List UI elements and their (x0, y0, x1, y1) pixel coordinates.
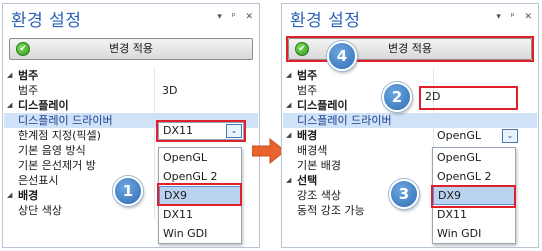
display-driver-combo[interactable]: OpenGL ⌄ (433, 128, 519, 146)
preferences-panel-after: 환경 설정 ▾ ᵖ ✕ ✔ 변경 적용 ◢ 범주 범주 ◢ 디스플레이 디스플레이 드라이… (281, 3, 539, 248)
close-icon[interactable]: ✕ (524, 12, 532, 22)
preferences-panel-before: 환경 설정 ▾ ᵖ ✕ ✔ 변경 적용 ◢ 범주 범주 3D ◢ 디스플레이 디스플레이 드… (2, 3, 260, 248)
dropdown-option[interactable]: Win GDI (159, 224, 241, 243)
highlight-box-combo (156, 120, 246, 142)
dropdown-option[interactable]: OpenGL (433, 148, 515, 167)
pin-icon[interactable]: ᵖ (232, 12, 236, 22)
dropdown-option[interactable]: Win GDI (433, 224, 515, 243)
property-label: 범주 (18, 84, 39, 97)
callout-1: 1 (113, 176, 143, 206)
window-controls: ▾ ᵖ ✕ (210, 12, 253, 22)
collapse-triangle-icon[interactable]: ◢ (286, 128, 291, 143)
panel-title: 환경 설정 (290, 11, 361, 31)
highlight-box-apply (286, 36, 534, 62)
collapse-triangle-icon[interactable]: ◢ (7, 68, 12, 83)
property-label: 기본 음영 방식 (18, 144, 86, 157)
window-controls: ▾ ᵖ ✕ (489, 12, 532, 22)
category-value[interactable]: 2D (425, 90, 440, 103)
collapse-triangle-icon[interactable]: ◢ (7, 98, 12, 113)
property-label: 범주 (297, 84, 318, 97)
property-label: 기본 은선제거 방 (18, 159, 96, 172)
property-label: 디스플레이 드라이버 (18, 114, 113, 127)
category-row[interactable]: ◢ 디스플레이 (4, 98, 258, 113)
property-label: 범주 (18, 69, 39, 82)
property-row[interactable]: 범주 3D (4, 83, 258, 98)
category-row[interactable]: ◢ 범주 (283, 68, 537, 83)
dropdown-icon[interactable]: ▾ (496, 12, 501, 22)
collapse-triangle-icon[interactable]: ◢ (286, 173, 291, 188)
callout-3: 3 (389, 179, 419, 209)
close-icon[interactable]: ✕ (245, 12, 253, 22)
property-label: 동적 강조 가능 (297, 204, 365, 217)
property-label: 범주 (297, 69, 318, 82)
display-driver-value: OpenGL (437, 129, 482, 142)
apply-changes-button[interactable]: ✔ 변경 적용 (9, 38, 253, 60)
highlight-box-option (157, 183, 242, 206)
chevron-down-icon[interactable]: ⌄ (502, 129, 518, 143)
property-label: 디스플레이 (297, 99, 348, 112)
property-label: 배경 (297, 129, 318, 142)
property-label: 선택 (297, 174, 318, 187)
property-label: 상단 색상 (18, 204, 62, 217)
callout-2: 2 (382, 82, 412, 112)
collapse-triangle-icon[interactable]: ◢ (7, 188, 12, 203)
apply-changes-label: 변경 적용 (109, 42, 153, 55)
collapse-triangle-icon[interactable]: ◢ (286, 68, 291, 83)
highlight-box-option (431, 185, 516, 208)
property-label: 디스플레이 드라이버 (297, 114, 392, 127)
pin-icon[interactable]: ᵖ (511, 12, 515, 22)
collapse-triangle-icon[interactable]: ◢ (286, 98, 291, 113)
property-label: 디스플레이 (18, 99, 69, 112)
category-row[interactable]: ◢ 범주 (4, 68, 258, 83)
dropdown-option[interactable]: OpenGL (159, 148, 241, 167)
property-value[interactable]: 3D (162, 83, 177, 98)
property-label: 배경 (18, 189, 39, 202)
property-label: 강조 색상 (297, 189, 341, 202)
callout-4: 4 (327, 41, 357, 71)
property-row[interactable]: 디스플레이 드라이버 (283, 113, 537, 128)
property-label: 한계점 지정(픽셀) (18, 129, 101, 142)
checkmark-icon: ✔ (16, 42, 30, 56)
property-label: 배경색 (297, 144, 328, 157)
property-label: 기본 배경 (297, 159, 341, 172)
dropdown-option[interactable]: DX11 (159, 205, 241, 224)
dropdown-option[interactable]: OpenGL 2 (433, 167, 515, 186)
property-label: 은선표시 (18, 174, 59, 187)
dropdown-icon[interactable]: ▾ (217, 12, 222, 22)
panel-title: 환경 설정 (11, 11, 82, 31)
